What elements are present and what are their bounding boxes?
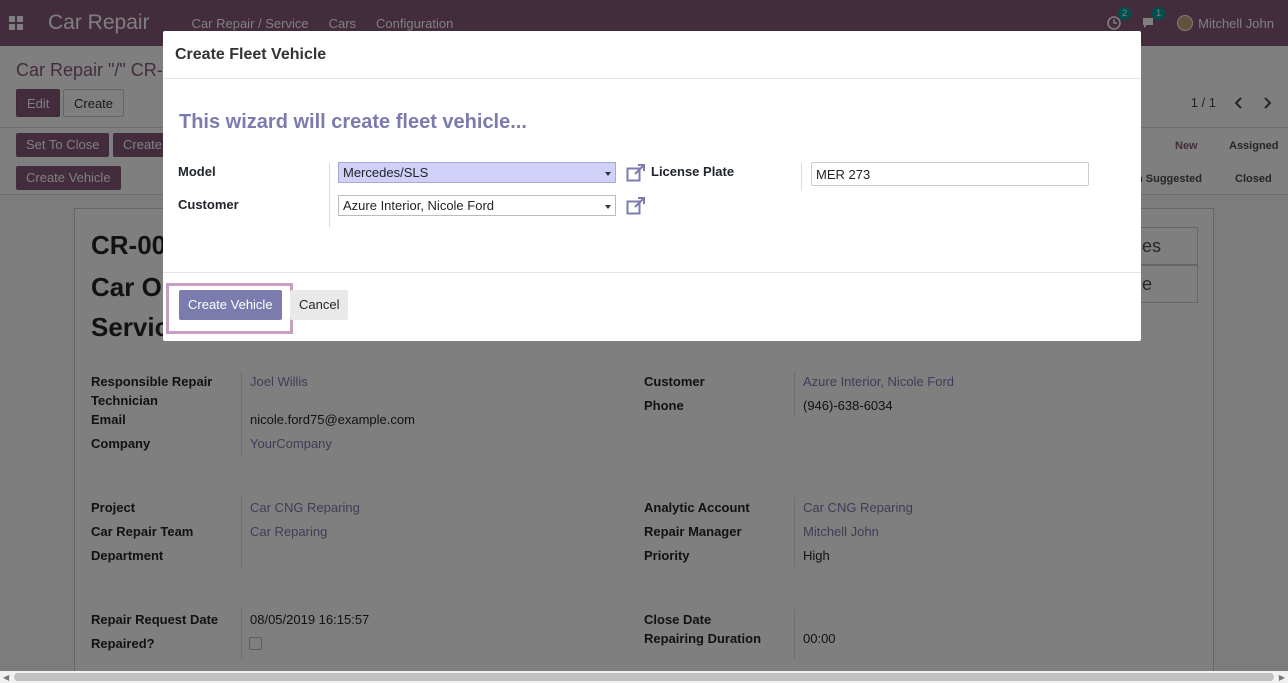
- model-select[interactable]: Mercedes/SLS: [338, 162, 616, 183]
- customer-select-value: Azure Interior, Nicole Ford: [343, 198, 495, 213]
- cancel-button[interactable]: Cancel: [290, 290, 349, 320]
- create-fleet-vehicle-dialog: Create Fleet Vehicle This wizard will cr…: [163, 31, 1141, 341]
- external-link-icon[interactable]: [626, 197, 646, 215]
- horizontal-scrollbar[interactable]: ◀ ▶: [0, 671, 1288, 683]
- scrollbar-thumb[interactable]: [14, 673, 1274, 681]
- customer-select[interactable]: Azure Interior, Nicole Ford: [338, 195, 616, 216]
- license-plate-label: License Plate: [651, 164, 735, 179]
- wizard-heading: This wizard will create fleet vehicle...: [179, 111, 527, 133]
- create-vehicle-button[interactable]: Create Vehicle: [179, 290, 282, 320]
- external-link-icon[interactable]: [626, 164, 646, 182]
- license-plate-input[interactable]: MER 273: [811, 162, 1089, 186]
- caret-down-icon: [605, 172, 611, 176]
- scroll-right-icon[interactable]: ▶: [1279, 673, 1285, 682]
- dialog-footer: Create Vehicle Cancel: [163, 272, 1141, 341]
- model-select-value: Mercedes/SLS: [343, 165, 429, 180]
- model-label: Model: [178, 164, 216, 179]
- scroll-left-icon[interactable]: ◀: [3, 673, 9, 682]
- field-separator: [329, 163, 330, 227]
- field-separator: [801, 163, 802, 191]
- customer-label: Customer: [178, 197, 239, 212]
- caret-down-icon: [605, 205, 611, 209]
- dialog-title: Create Fleet Vehicle: [163, 31, 1141, 79]
